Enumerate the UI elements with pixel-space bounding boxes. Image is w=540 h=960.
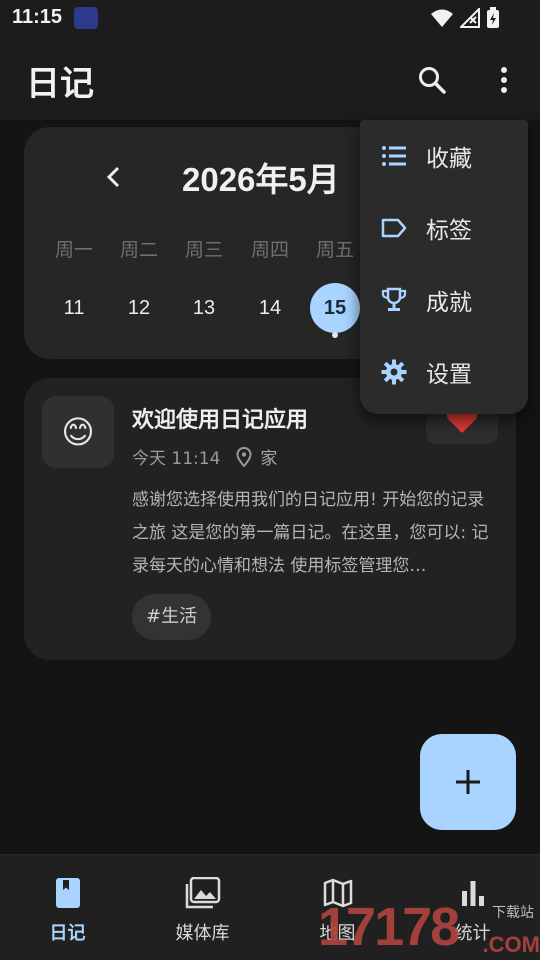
nav-label: 媒体库	[175, 923, 230, 944]
search-button[interactable]	[412, 60, 452, 100]
status-time: 11:15	[12, 6, 63, 28]
calendar-month-label[interactable]: 2026年5月	[182, 153, 340, 201]
calendar-day[interactable]: 14	[245, 283, 295, 333]
weekday-label: 周四	[250, 239, 289, 261]
watermark-number: 17178	[318, 897, 460, 957]
menu-item-tags[interactable]: 标签	[360, 192, 528, 264]
calendar-day[interactable]: 12	[114, 283, 164, 333]
weekday-label: 周三	[184, 239, 223, 261]
calendar-day[interactable]: 11	[49, 283, 99, 333]
notification-app-icon	[74, 7, 98, 29]
menu-item-achievements[interactable]: 成就	[360, 264, 528, 336]
weekday-label: 周二	[119, 239, 158, 261]
app-bar: 日记	[0, 36, 540, 120]
entry-location: 家	[260, 449, 278, 469]
search-icon	[419, 67, 446, 94]
more-options-button[interactable]	[484, 60, 524, 100]
menu-label: 收藏	[426, 146, 472, 172]
watermark-text: 下载站	[492, 905, 534, 921]
add-entry-button[interactable]	[420, 734, 516, 830]
weekday-label: 周一	[54, 239, 93, 261]
overflow-menu: 收藏 标签 成就 设置	[360, 120, 528, 414]
location-pin-icon	[236, 446, 252, 467]
diary-entry-card[interactable]: 😊 欢迎使用日记应用 今天 11:14 家 感谢您选择使用我们的日记应用! 开始…	[24, 378, 516, 660]
previous-week-button[interactable]	[96, 159, 132, 195]
entry-meta: 今天 11:14 家	[132, 444, 277, 469]
label-icon	[380, 214, 408, 242]
battery-charging-icon	[487, 7, 499, 28]
entry-indicator-dot	[332, 332, 338, 338]
watermark-logo: 17178 下载站 .COM	[318, 896, 540, 960]
menu-item-favorites[interactable]: 收藏	[360, 120, 528, 192]
tag-chip[interactable]: #生活	[132, 594, 212, 640]
menu-label: 设置	[426, 362, 472, 388]
plus-icon	[456, 770, 480, 794]
nav-label: 日记	[49, 923, 86, 944]
list-icon	[380, 142, 408, 170]
menu-item-settings[interactable]: 设置	[360, 336, 528, 408]
entry-time: 今天 11:14	[132, 449, 221, 469]
wifi-icon	[431, 9, 453, 27]
photo-library-icon	[185, 875, 221, 911]
no-signal-icon	[460, 8, 480, 28]
more-vert-icon	[501, 67, 507, 93]
page-title: 日记	[26, 64, 94, 104]
mood-emoji: 😊	[42, 396, 114, 468]
menu-label: 成就	[426, 290, 472, 316]
book-icon	[50, 875, 86, 911]
entry-title: 欢迎使用日记应用	[132, 408, 309, 433]
trophy-icon	[380, 286, 408, 314]
weekday-label: 周五	[315, 239, 354, 261]
nav-item-media[interactable]: 媒体库	[135, 855, 270, 960]
calendar-day-selected[interactable]: 15	[310, 283, 360, 333]
status-bar: 11:15	[0, 0, 540, 36]
watermark-domain: .COM	[482, 932, 540, 957]
gear-icon	[380, 358, 408, 386]
menu-label: 标签	[426, 218, 472, 244]
calendar-day[interactable]: 13	[179, 283, 229, 333]
screen: 11:15 日记 2026年5月 周一 周二 周三 周四 周五 11 12 13…	[0, 0, 540, 960]
nav-item-diary[interactable]: 日记	[0, 855, 135, 960]
chevron-left-icon	[106, 166, 120, 188]
status-icons	[430, 7, 500, 29]
entry-body: 感谢您选择使用我们的日记应用! 开始您的记录之旅 这是您的第一篇日记。在这里，您…	[132, 490, 489, 576]
